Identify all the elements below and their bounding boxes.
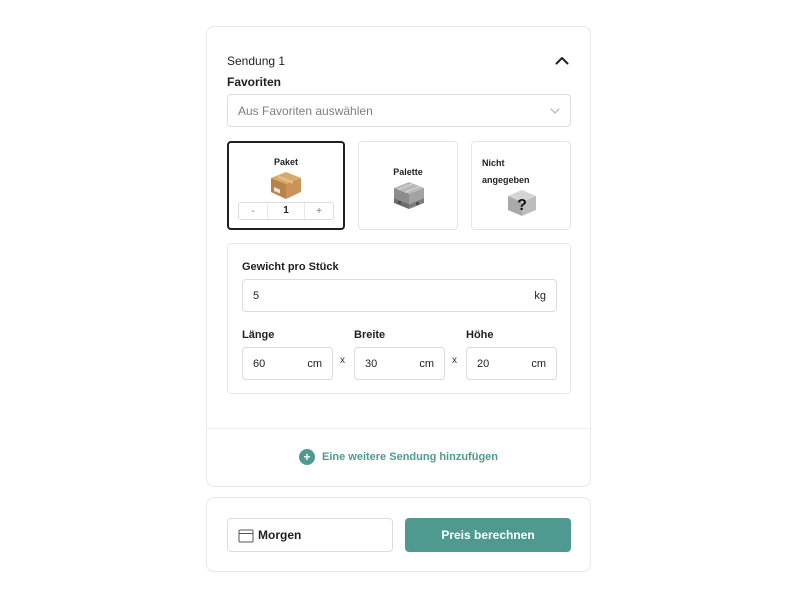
plus-circle-icon: +: [298, 449, 315, 465]
shipment-title: Sendung 1: [227, 54, 286, 68]
quantity-increment-button[interactable]: +: [305, 206, 333, 217]
height-value: 20: [477, 357, 490, 370]
package-type-paket[interactable]: Paket - 1 +: [227, 141, 345, 230]
width-input[interactable]: 30 cm: [354, 347, 445, 380]
svg-text:?: ?: [517, 197, 527, 214]
add-shipment-button[interactable]: + Eine weitere Sendung hinzufügen: [207, 449, 590, 465]
width-value: 30: [365, 357, 378, 370]
length-unit: cm: [307, 357, 322, 370]
length-value: 60: [253, 357, 266, 370]
add-shipment-label: Eine weitere Sendung hinzufügen: [321, 451, 498, 463]
package-type-palette[interactable]: Palette: [358, 141, 458, 230]
palette-label: Palette: [393, 167, 423, 177]
favorites-select[interactable]: Aus Favoriten auswählen: [227, 94, 571, 127]
calendar-icon: [238, 529, 254, 542]
height-label: Höhe: [466, 329, 494, 341]
width-unit: cm: [419, 357, 434, 370]
height-input[interactable]: 20 cm: [466, 347, 557, 380]
nicht-label-line2: angegeben: [482, 175, 530, 185]
length-input[interactable]: 60 cm: [242, 347, 333, 380]
question-mark-icon: ?: [508, 190, 536, 216]
quantity-stepper[interactable]: - 1 +: [238, 202, 334, 220]
date-picker[interactable]: Morgen: [227, 518, 393, 552]
length-label: Länge: [242, 329, 275, 341]
collapse-button[interactable]: [553, 51, 571, 69]
calculate-price-button[interactable]: Preis berechnen: [405, 518, 571, 552]
box-icon: [271, 172, 301, 199]
quantity-value[interactable]: 1: [267, 203, 305, 219]
nicht-label-line1: Nicht: [482, 158, 505, 168]
favorites-label: Favoriten: [227, 75, 282, 89]
height-unit: cm: [531, 357, 546, 370]
divider: [207, 428, 590, 429]
quantity-decrement-button[interactable]: -: [239, 206, 267, 217]
package-type-nicht-angegeben[interactable]: Nicht angegeben ?: [471, 141, 571, 230]
footer-card: Morgen Preis berechnen: [206, 497, 591, 572]
chevron-up-icon: [555, 56, 569, 64]
times-sign: x: [340, 355, 345, 366]
times-sign: x: [452, 355, 457, 366]
weight-value: 5: [253, 289, 260, 302]
paket-label: Paket: [273, 157, 299, 167]
pallet-icon: [394, 182, 424, 209]
dimensions-panel: Gewicht pro Stück 5 kg Länge Breite Höhe…: [227, 243, 571, 394]
shipment-card: Sendung 1 Favoriten Aus Favoriten auswäh…: [206, 26, 591, 487]
weight-label: Gewicht pro Stück: [242, 261, 339, 273]
chevron-down-icon: [550, 107, 560, 114]
width-label: Breite: [354, 329, 386, 341]
weight-unit: kg: [534, 289, 546, 302]
favorites-placeholder: Aus Favoriten auswählen: [238, 103, 373, 118]
weight-input[interactable]: 5 kg: [242, 279, 557, 312]
date-value: Morgen: [258, 528, 302, 542]
